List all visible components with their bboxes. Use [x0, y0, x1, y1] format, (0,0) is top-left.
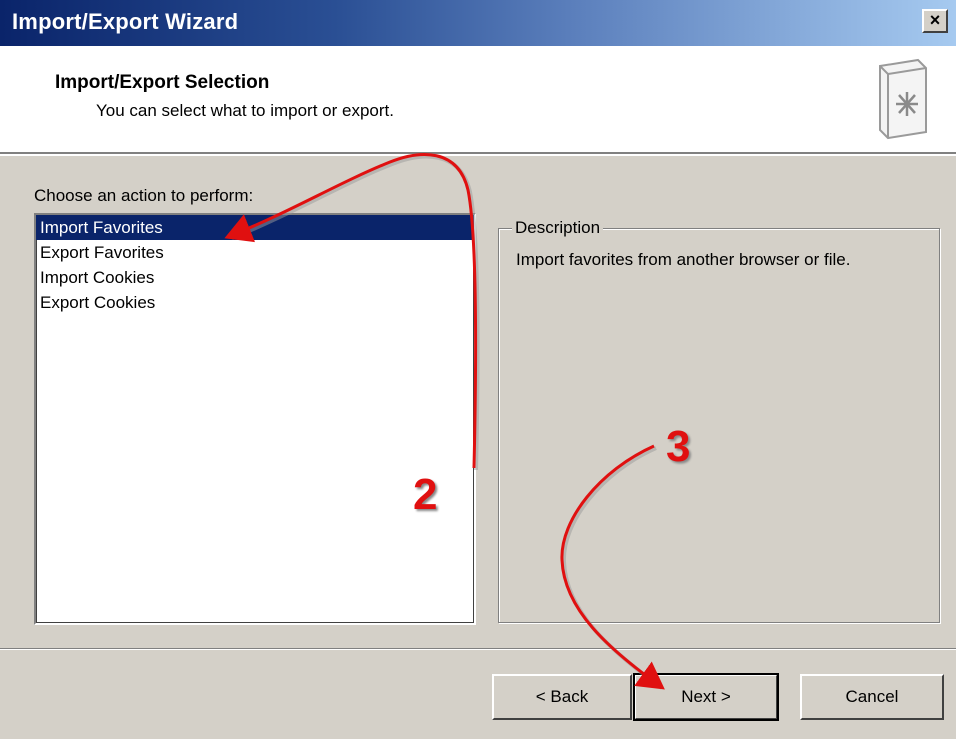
- close-button[interactable]: ×: [922, 9, 948, 33]
- description-groupbox: [498, 228, 940, 623]
- action-list-label: Choose an action to perform:: [34, 186, 254, 205]
- action-listbox[interactable]: Import Favorites Export Favorites Import…: [34, 213, 476, 625]
- back-button[interactable]: < Back: [492, 674, 632, 720]
- list-item-export-cookies[interactable]: Export Cookies: [36, 290, 474, 315]
- page-title: Import/Export Selection: [55, 72, 270, 93]
- page-subtitle: You can select what to import or export.: [96, 101, 394, 120]
- list-item-export-favorites[interactable]: Export Favorites: [36, 240, 474, 265]
- step-3-label: 3: [666, 422, 691, 471]
- cancel-button[interactable]: Cancel: [800, 674, 944, 720]
- list-item-import-favorites[interactable]: Import Favorites: [36, 215, 474, 240]
- window-title: Import/Export Wizard: [12, 9, 239, 34]
- wizard-header: Import/Export Selection You can select w…: [0, 46, 956, 154]
- close-icon: ×: [929, 10, 941, 30]
- footer-divider: [0, 648, 956, 650]
- title-bar[interactable]: Import/Export Wizard ×: [0, 0, 956, 46]
- step-2-label: 2: [413, 470, 438, 519]
- list-item-import-cookies[interactable]: Import Cookies: [36, 265, 474, 290]
- description-text: Import favorites from another browser or…: [516, 250, 851, 269]
- wizard-window: Import/Export Wizard × Import/Export Sel…: [0, 0, 956, 739]
- next-button[interactable]: Next >: [633, 673, 779, 721]
- wizard-book-icon: [879, 58, 927, 140]
- description-legend: Description: [512, 218, 604, 238]
